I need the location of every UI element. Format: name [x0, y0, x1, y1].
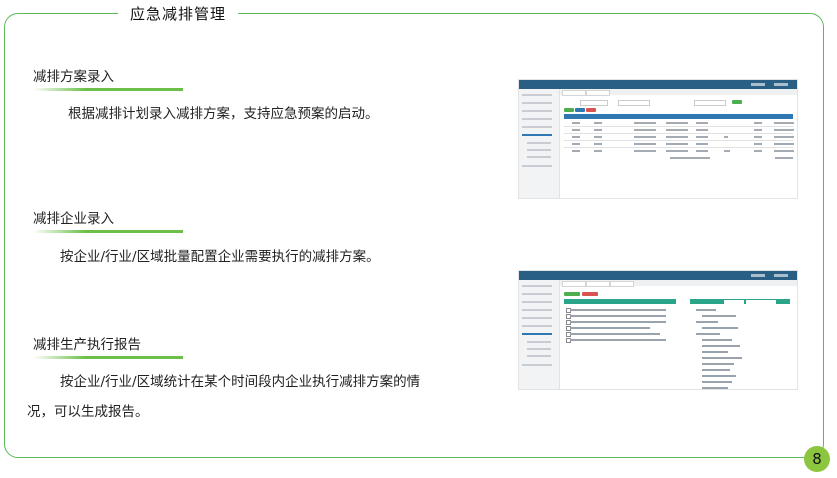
heading-underline: [33, 230, 183, 233]
heading-underline: [33, 88, 183, 91]
section-heading-execution-report: 减排生产执行报告: [33, 337, 141, 353]
section-heading-plan-entry: 减排方案录入: [33, 69, 114, 85]
section-text-plan-entry: 根据减排计划录入减排方案，支持应急预案的启动。: [68, 106, 379, 122]
section-text-enterprise-entry: 按企业/行业/区域批量配置企业需要执行的减排方案。: [60, 249, 380, 265]
section-text-execution-report-line2: 况，可以生成报告。: [27, 404, 149, 420]
page-title: 应急减排管理: [118, 3, 239, 24]
page-number-badge: 8: [804, 446, 830, 472]
section-heading-enterprise-entry: 减排企业录入: [33, 211, 114, 227]
plan-entry-screenshot: [518, 79, 798, 199]
enterprise-entry-screenshot: [518, 270, 798, 390]
heading-underline: [33, 356, 183, 359]
section-text-execution-report-line1: 按企业/行业/区域统计在某个时间段内企业执行减排方案的情: [60, 374, 421, 390]
